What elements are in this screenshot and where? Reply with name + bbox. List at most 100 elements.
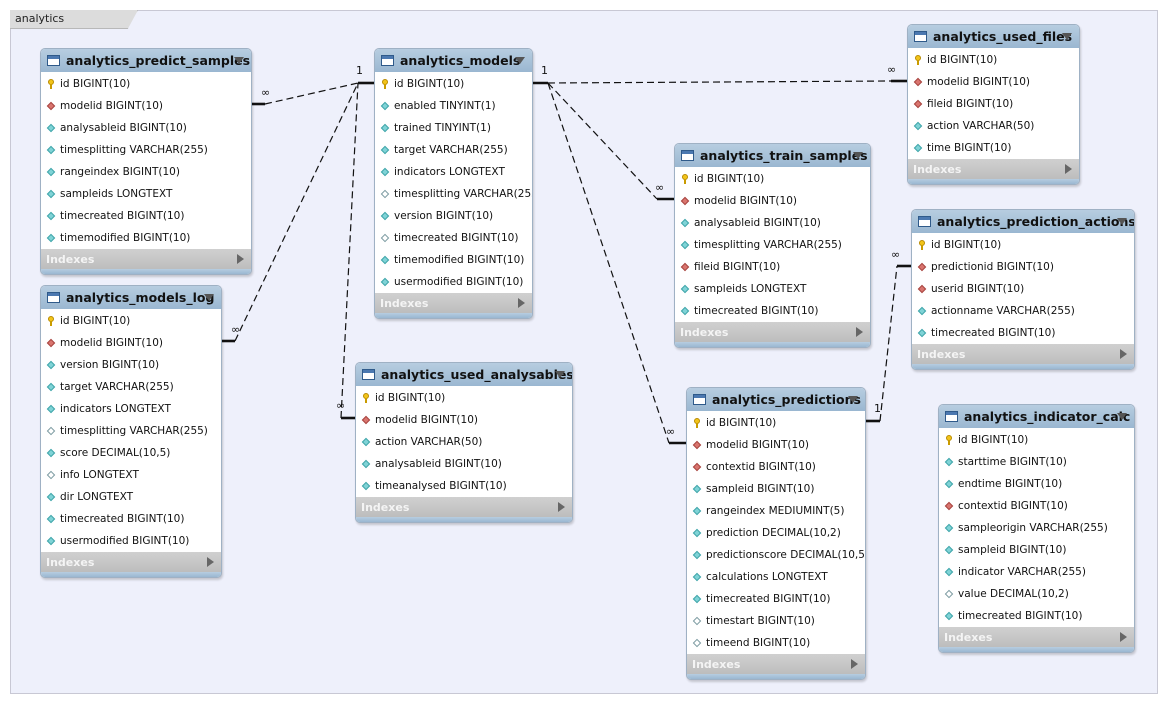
expand-arrow-icon[interactable] <box>558 502 565 512</box>
expand-arrow-icon[interactable] <box>856 327 863 337</box>
expand-arrow-icon[interactable] <box>851 659 858 669</box>
table-field[interactable]: target VARCHAR(255) <box>375 139 532 161</box>
table-field[interactable]: usermodified BIGINT(10) <box>375 271 532 293</box>
table-analytics-models-log[interactable]: analytics_models_log id BIGINT(10) modelid… <box>40 285 222 578</box>
table-field[interactable]: timecreated BIGINT(10) <box>41 508 221 530</box>
table-field[interactable]: info LONGTEXT <box>41 464 221 486</box>
table-field[interactable]: timemodified BIGINT(10) <box>41 227 251 249</box>
collapse-arrow-icon[interactable] <box>1117 413 1127 420</box>
table-field[interactable]: contextid BIGINT(10) <box>687 456 865 478</box>
table-field[interactable]: timecreated BIGINT(10) <box>912 322 1134 344</box>
table-field[interactable]: timecreated BIGINT(10) <box>41 205 251 227</box>
expand-arrow-icon[interactable] <box>237 254 244 264</box>
expand-arrow-icon[interactable] <box>207 557 214 567</box>
table-header[interactable]: analytics_predictions <box>687 388 865 411</box>
table-field[interactable]: calculations LONGTEXT <box>687 566 865 588</box>
table-field[interactable]: fileid BIGINT(10) <box>908 93 1079 115</box>
collapse-arrow-icon[interactable] <box>853 152 863 159</box>
table-field[interactable]: timecreated BIGINT(10) <box>687 588 865 610</box>
expand-arrow-icon[interactable] <box>518 298 525 308</box>
indexes-section[interactable]: Indexes <box>687 654 865 674</box>
table-field[interactable]: contextid BIGINT(10) <box>939 495 1134 517</box>
table-field[interactable]: timeanalysed BIGINT(10) <box>356 475 572 497</box>
indexes-section[interactable]: Indexes <box>908 159 1079 179</box>
collapse-arrow-icon[interactable] <box>1117 218 1127 225</box>
collapse-arrow-icon[interactable] <box>555 371 565 378</box>
table-field[interactable]: indicator VARCHAR(255) <box>939 561 1134 583</box>
table-field[interactable]: score DECIMAL(10,5) <box>41 442 221 464</box>
table-field[interactable]: enabled TINYINT(1) <box>375 95 532 117</box>
table-field[interactable]: id BIGINT(10) <box>912 234 1134 256</box>
table-field[interactable]: timesplitting VARCHAR(255) <box>675 234 870 256</box>
table-field[interactable]: action VARCHAR(50) <box>356 431 572 453</box>
table-field[interactable]: id BIGINT(10) <box>939 429 1134 451</box>
table-field[interactable]: actionname VARCHAR(255) <box>912 300 1134 322</box>
expand-arrow-icon[interactable] <box>1120 632 1127 642</box>
table-field[interactable]: version BIGINT(10) <box>41 354 221 376</box>
table-field[interactable]: indicators LONGTEXT <box>375 161 532 183</box>
table-field[interactable]: timemodified BIGINT(10) <box>375 249 532 271</box>
table-header[interactable]: analytics_indicator_calc <box>939 405 1134 428</box>
table-field[interactable]: action VARCHAR(50) <box>908 115 1079 137</box>
table-field[interactable]: userid BIGINT(10) <box>912 278 1134 300</box>
table-analytics-models[interactable]: analytics_models id BIGINT(10) enabled TIN… <box>374 48 533 319</box>
table-field[interactable]: analysableid BIGINT(10) <box>41 117 251 139</box>
indexes-section[interactable]: Indexes <box>41 552 221 572</box>
table-field[interactable]: timecreated BIGINT(10) <box>939 605 1134 627</box>
table-field[interactable]: id BIGINT(10) <box>41 310 221 332</box>
table-header[interactable]: analytics_used_files <box>908 25 1079 48</box>
table-field[interactable]: modelid BIGINT(10) <box>908 71 1079 93</box>
table-analytics-indicator-calc[interactable]: analytics_indicator_calc id BIGINT(10) sta… <box>938 404 1135 653</box>
indexes-section[interactable]: Indexes <box>675 322 870 342</box>
table-field[interactable]: modelid BIGINT(10) <box>687 434 865 456</box>
table-field[interactable]: version BIGINT(10) <box>375 205 532 227</box>
collapse-arrow-icon[interactable] <box>1062 33 1072 40</box>
table-field[interactable]: endtime BIGINT(10) <box>939 473 1134 495</box>
indexes-section[interactable]: Indexes <box>939 627 1134 647</box>
collapse-arrow-icon[interactable] <box>848 396 858 403</box>
table-field[interactable]: timesplitting VARCHAR(255) <box>41 420 221 442</box>
table-field[interactable]: target VARCHAR(255) <box>41 376 221 398</box>
table-field[interactable]: id BIGINT(10) <box>356 387 572 409</box>
table-field[interactable]: prediction DECIMAL(10,2) <box>687 522 865 544</box>
table-field[interactable]: rangeindex MEDIUMINT(5) <box>687 500 865 522</box>
indexes-section[interactable]: Indexes <box>912 344 1134 364</box>
table-field[interactable]: predictionscore DECIMAL(10,5) <box>687 544 865 566</box>
table-field[interactable]: modelid BIGINT(10) <box>356 409 572 431</box>
table-analytics-prediction-actions[interactable]: analytics_prediction_actions id BIGINT(10… <box>911 209 1135 370</box>
table-field[interactable]: value DECIMAL(10,2) <box>939 583 1134 605</box>
expand-arrow-icon[interactable] <box>1120 349 1127 359</box>
table-field[interactable]: modelid BIGINT(10) <box>41 95 251 117</box>
table-field[interactable]: starttime BIGINT(10) <box>939 451 1134 473</box>
indexes-section[interactable]: Indexes <box>41 249 251 269</box>
table-field[interactable]: modelid BIGINT(10) <box>41 332 221 354</box>
table-field[interactable]: id BIGINT(10) <box>687 412 865 434</box>
table-header[interactable]: analytics_prediction_actions <box>912 210 1134 233</box>
table-header[interactable]: analytics_predict_samples <box>41 49 251 72</box>
collapse-arrow-icon[interactable] <box>515 57 525 64</box>
table-field[interactable]: time BIGINT(10) <box>908 137 1079 159</box>
collapse-arrow-icon[interactable] <box>234 57 244 64</box>
collapse-arrow-icon[interactable] <box>204 294 214 301</box>
table-field[interactable]: analysableid BIGINT(10) <box>675 212 870 234</box>
table-field[interactable]: indicators LONGTEXT <box>41 398 221 420</box>
table-field[interactable]: fileid BIGINT(10) <box>675 256 870 278</box>
table-field[interactable]: rangeindex BIGINT(10) <box>41 161 251 183</box>
table-analytics-used-analysables[interactable]: analytics_used_analysables id BIGINT(10) m… <box>355 362 573 523</box>
table-field[interactable]: dir LONGTEXT <box>41 486 221 508</box>
table-field[interactable]: id BIGINT(10) <box>675 168 870 190</box>
table-field[interactable]: trained TINYINT(1) <box>375 117 532 139</box>
table-field[interactable]: timestart BIGINT(10) <box>687 610 865 632</box>
table-field[interactable]: timesplitting VARCHAR(255) <box>41 139 251 161</box>
table-header[interactable]: analytics_used_analysables <box>356 363 572 386</box>
table-field[interactable]: usermodified BIGINT(10) <box>41 530 221 552</box>
table-header[interactable]: analytics_train_samples <box>675 144 870 167</box>
table-field[interactable]: sampleorigin VARCHAR(255) <box>939 517 1134 539</box>
table-field[interactable]: sampleids LONGTEXT <box>41 183 251 205</box>
table-field[interactable]: id BIGINT(10) <box>41 73 251 95</box>
indexes-section[interactable]: Indexes <box>375 293 532 313</box>
table-field[interactable]: sampleid BIGINT(10) <box>939 539 1134 561</box>
table-field[interactable]: timecreated BIGINT(10) <box>675 300 870 322</box>
table-field[interactable]: analysableid BIGINT(10) <box>356 453 572 475</box>
table-field[interactable]: timeend BIGINT(10) <box>687 632 865 654</box>
